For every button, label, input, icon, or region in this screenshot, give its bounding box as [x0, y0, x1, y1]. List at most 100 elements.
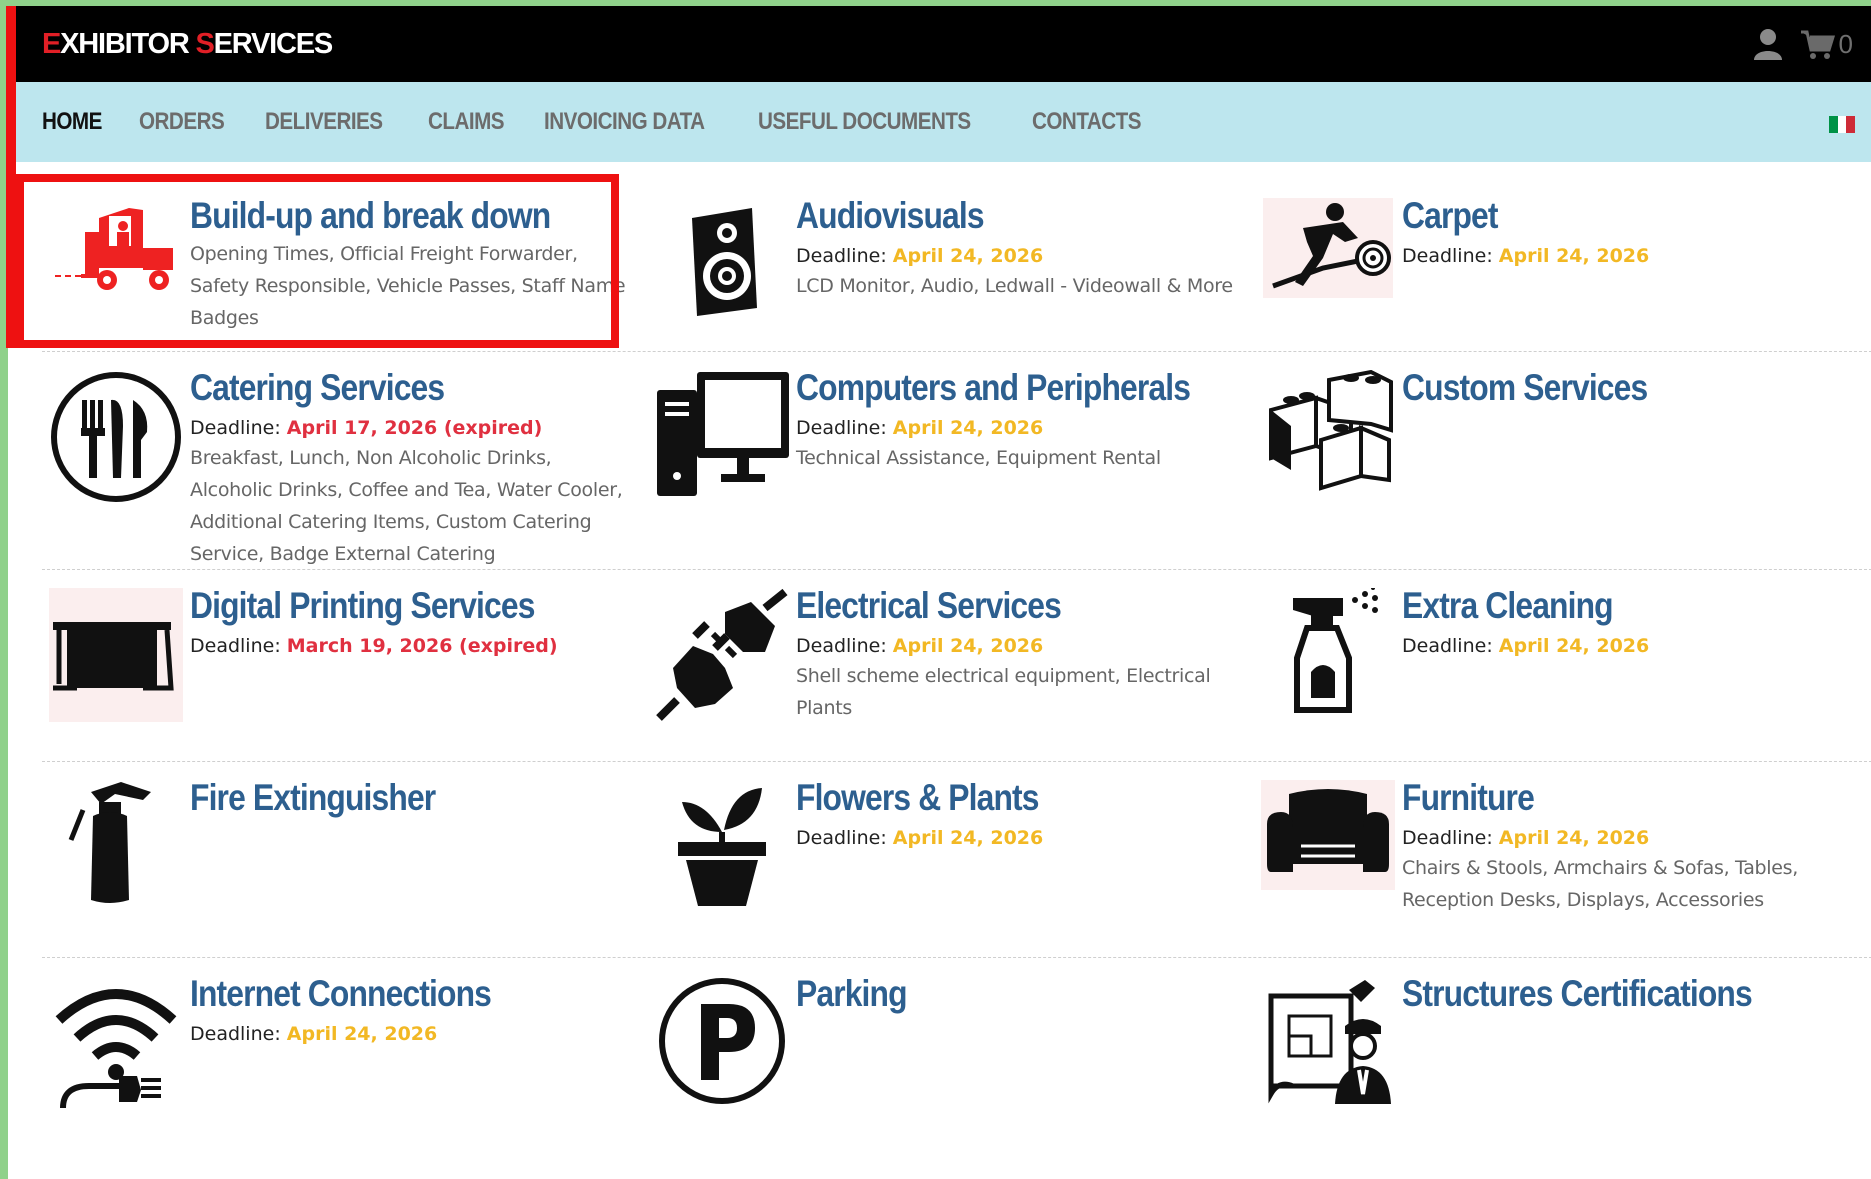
- service-card-body: Carpet Deadline: April 24, 2026: [1402, 180, 1860, 351]
- service-deadline: Deadline: April 24, 2026: [796, 242, 1240, 270]
- deadline-date: April 24, 2026: [892, 245, 1044, 267]
- logo-text-1: XHIBITOR: [60, 27, 196, 60]
- service-card[interactable]: Audiovisuals Deadline: April 24, 2026 LCD …: [648, 180, 1254, 351]
- service-card[interactable]: Internet Connections Deadline: April 24, …: [42, 958, 648, 1109]
- deadline-date: March 19, 2026 (expired): [286, 635, 558, 657]
- service-card[interactable]: Structures Certifications: [1254, 958, 1860, 1108]
- service-card[interactable]: Computers and Peripherals Deadline: April…: [648, 352, 1254, 569]
- deadline-label: Deadline:: [1402, 827, 1493, 849]
- service-card-body: Digital Printing Services Deadline: March…: [190, 570, 648, 761]
- computer-icon[interactable]: [648, 352, 796, 569]
- service-title[interactable]: Carpet: [1402, 194, 1784, 238]
- deadline-date: April 24, 2026: [892, 827, 1044, 849]
- italian-flag-icon[interactable]: [1829, 116, 1856, 133]
- forklift-icon[interactable]: [42, 180, 190, 351]
- main-nav: HOME ORDERS DELIVERIES CLAIMS INVOICING …: [8, 82, 1871, 162]
- printer-icon[interactable]: [42, 570, 190, 761]
- service-card[interactable]: Build-up and break down Opening Times, Of…: [42, 180, 648, 351]
- services-grid: Build-up and break down Opening Times, Of…: [42, 180, 1871, 1109]
- service-card-body: Internet Connections Deadline: April 24, …: [190, 958, 648, 1108]
- deadline-date: April 24, 2026: [1498, 635, 1650, 657]
- logo-letter-s: S: [195, 27, 214, 60]
- service-title[interactable]: Electrical Services: [796, 584, 1178, 628]
- deadline-date: April 17, 2026 (expired): [286, 417, 543, 439]
- service-description: Breakfast, Lunch, Non Alcoholic Drinks, …: [190, 447, 623, 565]
- service-card[interactable]: Flowers & Plants Deadline: April 24, 2026: [648, 762, 1254, 957]
- services-row: Catering Services Deadline: April 17, 202…: [42, 352, 1871, 570]
- service-card[interactable]: Electrical Services Deadline: April 24, 2…: [648, 570, 1254, 761]
- service-title[interactable]: Internet Connections: [190, 972, 572, 1016]
- services-row: Fire Extinguisher Flowers & Plants Deadlin…: [42, 762, 1871, 958]
- service-card-body: Flowers & Plants Deadline: April 24, 2026: [796, 762, 1254, 957]
- wifi-icon[interactable]: [42, 958, 190, 1109]
- parking-icon[interactable]: [648, 958, 796, 1108]
- service-card[interactable]: Parking: [648, 958, 1254, 1108]
- service-title[interactable]: Catering Services: [190, 366, 572, 410]
- cart-button[interactable]: 0: [1800, 28, 1853, 60]
- sofa-icon[interactable]: [1254, 762, 1402, 957]
- service-card[interactable]: Carpet Deadline: April 24, 2026: [1254, 180, 1860, 351]
- site-logo[interactable]: EXHIBITOR SERVICES: [42, 27, 334, 61]
- deadline-label: Deadline:: [190, 1023, 281, 1045]
- nav-invoicing-data[interactable]: INVOICING DATA: [544, 108, 705, 136]
- service-card[interactable]: Custom Services: [1254, 352, 1860, 569]
- service-title[interactable]: Furniture: [1402, 776, 1784, 820]
- service-card-body: Extra Cleaning Deadline: April 24, 2026: [1402, 570, 1860, 761]
- service-card-body: Fire Extinguisher: [190, 762, 648, 957]
- blocks-icon[interactable]: [1254, 352, 1402, 569]
- service-description: Shell scheme electrical equipment, Elect…: [796, 665, 1211, 719]
- service-title[interactable]: Parking: [796, 972, 1178, 1016]
- header-actions: 0: [1753, 28, 1853, 60]
- service-card-body: Audiovisuals Deadline: April 24, 2026 LCD …: [796, 180, 1254, 351]
- highlight-edge: [6, 6, 16, 348]
- service-card[interactable]: Extra Cleaning Deadline: April 24, 2026: [1254, 570, 1860, 761]
- service-title[interactable]: Fire Extinguisher: [190, 776, 572, 820]
- top-header: EXHIBITOR SERVICES 0: [8, 6, 1871, 82]
- service-deadline: Deadline: April 24, 2026: [796, 824, 1240, 852]
- service-card-body: Parking: [796, 958, 1254, 1108]
- nav-orders[interactable]: ORDERS: [139, 108, 225, 136]
- user-icon[interactable]: [1753, 28, 1783, 60]
- nav-home[interactable]: HOME: [42, 108, 102, 136]
- service-title[interactable]: Extra Cleaning: [1402, 584, 1784, 628]
- services-row: Build-up and break down Opening Times, Of…: [42, 180, 1871, 352]
- nav-contacts[interactable]: CONTACTS: [1032, 108, 1142, 136]
- service-card[interactable]: Digital Printing Services Deadline: March…: [42, 570, 648, 761]
- service-title[interactable]: Computers and Peripherals: [796, 366, 1191, 410]
- logo-text-2: ERVICES: [213, 27, 334, 60]
- service-title[interactable]: Flowers & Plants: [796, 776, 1178, 820]
- nav-useful-documents[interactable]: USEFUL DOCUMENTS: [758, 108, 971, 136]
- service-title[interactable]: Custom Services: [1402, 366, 1784, 410]
- engineer-blueprint-icon[interactable]: [1254, 958, 1402, 1108]
- service-card[interactable]: Fire Extinguisher: [42, 762, 648, 957]
- deadline-label: Deadline:: [190, 417, 281, 439]
- service-title[interactable]: Audiovisuals: [796, 194, 1178, 238]
- service-card[interactable]: Furniture Deadline: April 24, 2026 Chairs …: [1254, 762, 1860, 957]
- cutlery-icon[interactable]: [42, 352, 190, 569]
- services-row: Internet Connections Deadline: April 24, …: [42, 958, 1871, 1109]
- services-row: Digital Printing Services Deadline: March…: [42, 570, 1871, 762]
- deadline-date: April 24, 2026: [892, 635, 1044, 657]
- service-deadline: Deadline: April 24, 2026: [1402, 242, 1846, 270]
- service-description: LCD Monitor, Audio, Ledwall - Videowall …: [796, 275, 1233, 297]
- cart-icon: [1800, 30, 1835, 60]
- spray-bottle-icon[interactable]: [1254, 570, 1402, 761]
- fire-extinguisher-icon[interactable]: [42, 762, 190, 957]
- deadline-label: Deadline:: [1402, 635, 1493, 657]
- nav-claims[interactable]: CLAIMS: [428, 108, 505, 136]
- plant-pot-icon[interactable]: [648, 762, 796, 957]
- service-deadline: Deadline: April 24, 2026: [796, 414, 1254, 442]
- nav-deliveries[interactable]: DELIVERIES: [265, 108, 383, 136]
- service-deadline: Deadline: April 24, 2026: [1402, 824, 1846, 852]
- service-title[interactable]: Structures Certifications: [1402, 972, 1784, 1016]
- service-card[interactable]: Catering Services Deadline: April 17, 202…: [42, 352, 648, 569]
- carpet-roll-icon[interactable]: [1254, 180, 1402, 351]
- service-title[interactable]: Build-up and break down: [190, 194, 572, 238]
- cart-count: 0: [1838, 28, 1853, 59]
- service-deadline: Deadline: April 24, 2026: [796, 632, 1240, 660]
- service-title[interactable]: Digital Printing Services: [190, 584, 572, 628]
- deadline-label: Deadline:: [1402, 245, 1493, 267]
- speaker-icon[interactable]: [648, 180, 796, 351]
- plug-icon[interactable]: [648, 570, 796, 761]
- service-card-body: Structures Certifications: [1402, 958, 1860, 1108]
